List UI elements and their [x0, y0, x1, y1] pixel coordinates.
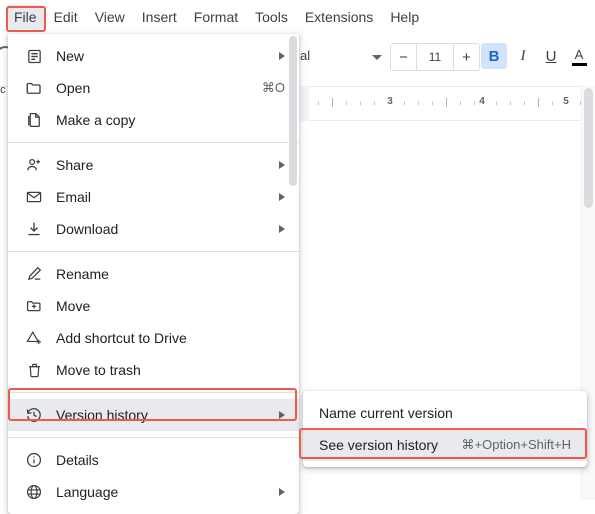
menu-item-label: Details: [56, 452, 99, 468]
menu-item-label: Language: [56, 484, 119, 500]
menu-item-version-history[interactable]: Version history: [8, 399, 299, 431]
menu-item-shortcut: ⌘O: [261, 80, 285, 95]
menu-bar: File Edit View Insert Format Tools Exten…: [0, 0, 595, 34]
menu-item-label: Open: [56, 80, 91, 96]
font-size-input[interactable]: 11: [416, 44, 454, 70]
submenu-item-label: See version history: [319, 437, 439, 453]
menu-item-share[interactable]: Share: [8, 149, 299, 181]
menu-item-language[interactable]: Language: [8, 476, 299, 508]
decrease-font-size-button[interactable]: −: [391, 44, 416, 70]
menu-item-label: Rename: [56, 266, 109, 282]
submenu-item-label: Name current version: [319, 405, 453, 421]
menubar-item-help[interactable]: Help: [382, 5, 427, 29]
submenu-item-name-current-version[interactable]: Name current version: [303, 397, 587, 429]
submenu-arrow-icon: [279, 193, 285, 201]
submenu-arrow-icon: [279, 488, 285, 496]
bold-button[interactable]: B: [481, 43, 507, 69]
envelope-icon: [24, 187, 44, 207]
menu-item-label: New: [56, 48, 85, 64]
menu-item-open[interactable]: Open ⌘O: [8, 72, 299, 104]
menubar-item-format[interactable]: Format: [186, 5, 246, 29]
menu-item-details[interactable]: Details: [8, 444, 299, 476]
text-color-swatch: [571, 63, 587, 66]
ruler-number: 3: [387, 96, 393, 107]
new-document-icon: [24, 46, 44, 66]
menu-divider: [8, 392, 299, 393]
chevron-down-icon[interactable]: [372, 55, 382, 60]
menu-scrollbar[interactable]: [289, 36, 297, 512]
menu-divider: [8, 251, 299, 252]
copy-icon: [24, 110, 44, 130]
menu-item-email[interactable]: Email: [8, 181, 299, 213]
info-circle-icon: [24, 450, 44, 470]
submenu-arrow-icon: [279, 161, 285, 169]
menubar-item-view[interactable]: View: [87, 5, 133, 29]
submenu-item-see-version-history[interactable]: See version history ⌘+Option+Shift+H: [303, 429, 587, 461]
submenu-item-shortcut: ⌘+Option+Shift+H: [461, 437, 571, 452]
submenu-arrow-icon: [279, 52, 285, 60]
menu-item-label: Move: [56, 298, 91, 314]
font-size-stepper[interactable]: − 11 +: [390, 43, 480, 71]
increase-font-size-button[interactable]: +: [454, 44, 479, 70]
menubar-item-insert[interactable]: Insert: [134, 5, 185, 29]
menu-scrollbar-thumb[interactable]: [289, 36, 297, 186]
history-clock-icon: [24, 405, 44, 425]
font-family-select[interactable]: al: [300, 48, 310, 63]
drive-add-icon: [24, 328, 44, 348]
menubar-item-edit[interactable]: Edit: [46, 5, 86, 29]
pencil-icon: [24, 264, 44, 284]
underline-button[interactable]: U: [538, 43, 564, 69]
person-add-icon: [24, 155, 44, 175]
menubar-item-file[interactable]: File: [6, 5, 45, 29]
menu-item-new[interactable]: New: [8, 40, 299, 72]
text-color-button[interactable]: A: [566, 43, 592, 69]
trash-icon: [24, 360, 44, 380]
menubar-item-extensions[interactable]: Extensions: [297, 5, 381, 29]
globe-icon: [24, 482, 44, 502]
menu-item-label: Download: [56, 221, 119, 237]
menu-item-label: Email: [56, 189, 92, 205]
menu-item-label: Move to trash: [56, 362, 141, 378]
document-scrollbar-thumb[interactable]: [584, 88, 593, 208]
menu-item-move-to-trash[interactable]: Move to trash: [8, 354, 299, 386]
folder-icon: [24, 78, 44, 98]
menu-item-download[interactable]: Download: [8, 213, 299, 245]
submenu-arrow-icon: [279, 225, 285, 233]
move-folder-icon: [24, 296, 44, 316]
menu-item-rename[interactable]: Rename: [8, 258, 299, 290]
menu-item-label: Share: [56, 157, 94, 173]
menu-item-label: Version history: [56, 407, 148, 423]
menu-item-add-shortcut-to-drive[interactable]: Add shortcut to Drive: [8, 322, 299, 354]
ruler-number: 5: [563, 96, 569, 107]
ruler-number: 4: [479, 96, 485, 107]
menu-item-label: Add shortcut to Drive: [56, 330, 187, 346]
download-icon: [24, 219, 44, 239]
menu-item-label: Make a copy: [56, 112, 136, 128]
text-color-letter: A: [574, 47, 584, 62]
italic-button[interactable]: I: [510, 43, 536, 69]
file-dropdown-menu: New Open ⌘O Make a copy Share Email Down…: [8, 34, 299, 514]
menu-item-make-a-copy[interactable]: Make a copy: [8, 104, 299, 136]
menu-divider: [8, 437, 299, 438]
menu-item-move[interactable]: Move: [8, 290, 299, 322]
menu-divider: [8, 142, 299, 143]
version-history-submenu: Name current version See version history…: [303, 391, 587, 467]
submenu-arrow-icon: [279, 411, 285, 419]
menubar-item-tools[interactable]: Tools: [247, 5, 296, 29]
